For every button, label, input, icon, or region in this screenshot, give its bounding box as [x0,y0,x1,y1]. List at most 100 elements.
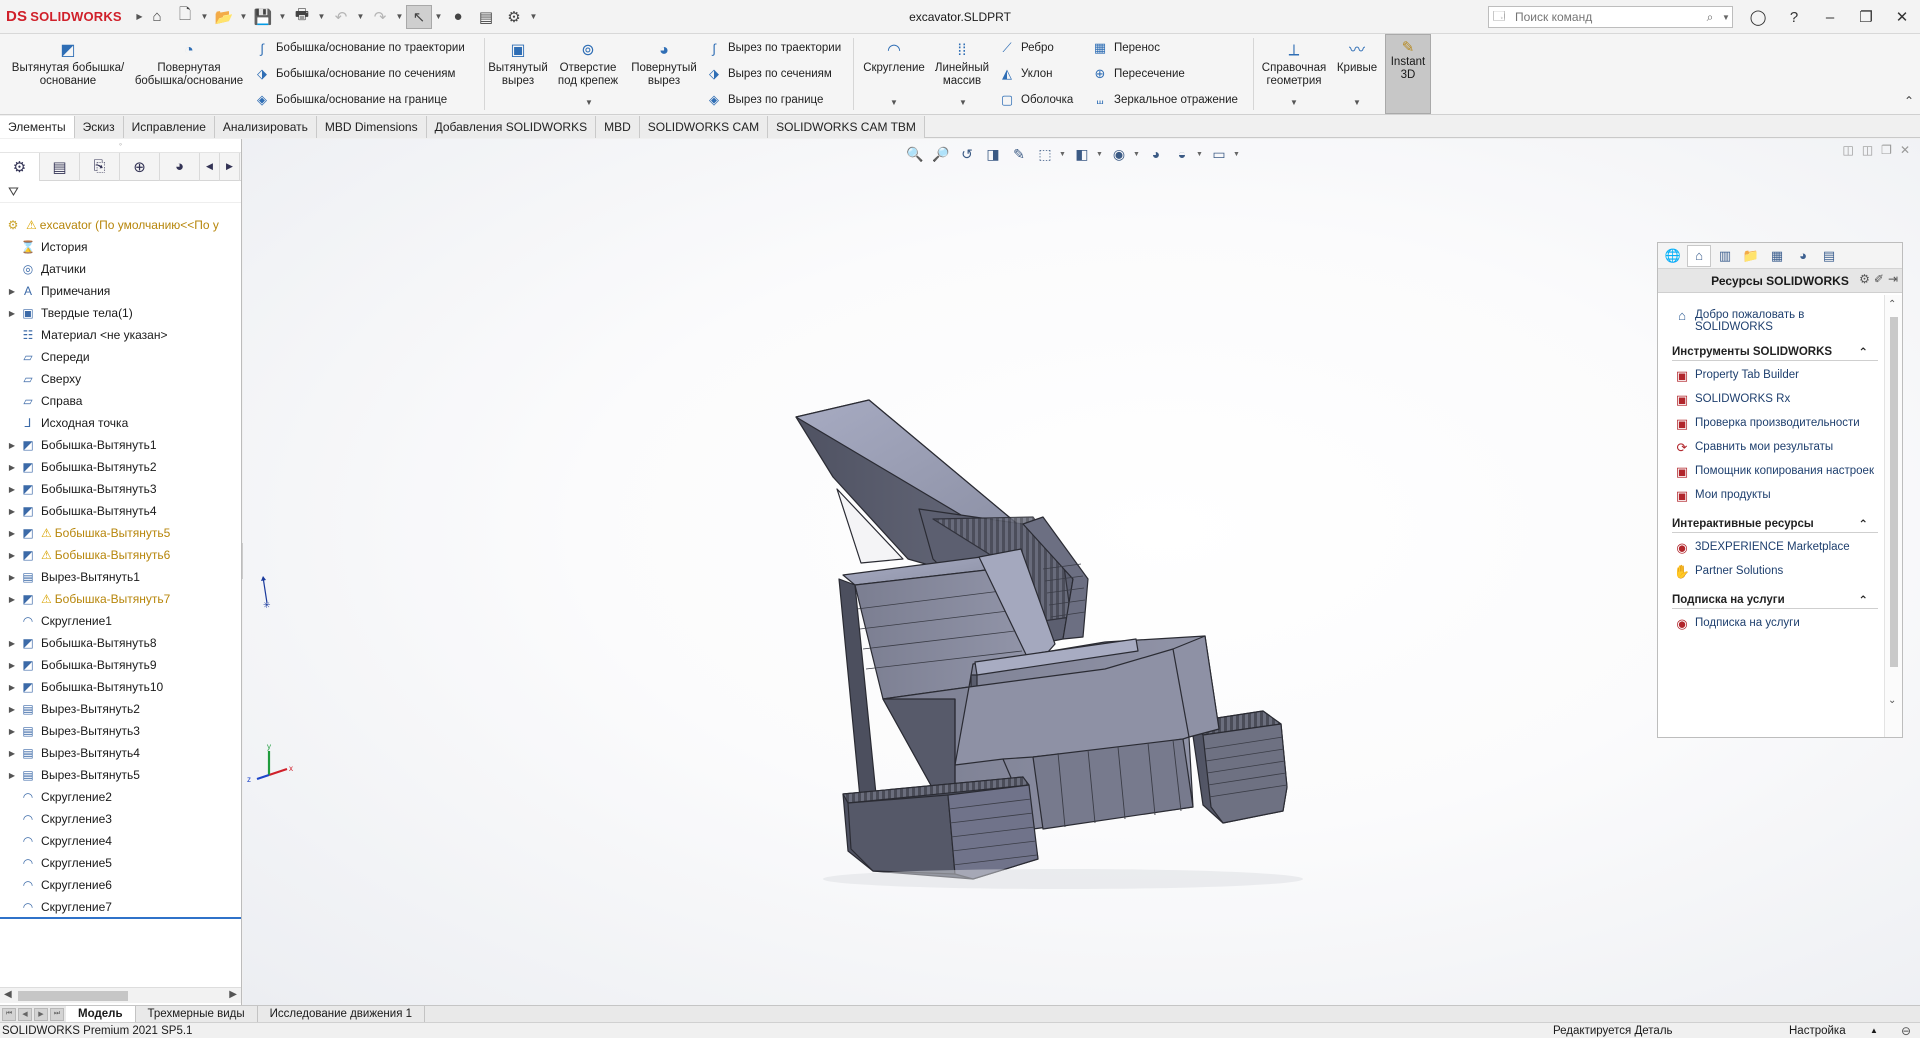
expand-arrow-icon[interactable]: ▶ [5,485,19,494]
tab-scroll-right-icon[interactable]: ▶ [220,152,240,181]
tree-item[interactable]: ◠ Скругление7 [0,896,241,918]
sweep-boss-button[interactable]: ∫ Бобышка/основание по траектории [253,38,465,58]
fillet-button[interactable]: ◠ Скругление [856,40,932,75]
scroll-right-icon[interactable]: ▶ [229,989,237,1000]
traffic-light-icon[interactable]: ● [445,5,471,29]
subs-link[interactable]: ◉ Подписка на услуги [1672,615,1878,633]
tree-item[interactable]: ▶ ◩ ⚠ Бобышка-Вытянуть6 [0,544,241,566]
tree-item[interactable]: ▶ ▣ Твердые тела(1) [0,302,241,324]
tree-item[interactable]: ◠ Скругление5 [0,852,241,874]
online-link[interactable]: ◉ 3DEXPERIENCE Marketplace [1672,539,1878,557]
tree-item[interactable]: ◎ Датчики [0,258,241,280]
options-dropdown-arrow[interactable]: ▼ [529,5,538,29]
redo-icon[interactable]: ↷ [367,5,393,29]
minimize-icon[interactable]: – [1812,0,1848,34]
expand-arrow-icon[interactable]: ▶ [5,749,19,758]
chevron-up-icon[interactable]: ⌃ [1858,517,1868,531]
expand-arrow-icon[interactable]: ▶ [5,441,19,450]
task-pane-scroll-thumb[interactable] [1890,317,1898,667]
tab-8[interactable]: SOLIDWORKS CAM TBM [768,116,925,138]
horizontal-scrollbar[interactable]: ◀ ▶ [0,987,241,1003]
welcome-link[interactable]: ⌂ Добро пожаловать в SOLIDWORKS [1672,307,1878,333]
design-library-icon[interactable]: ▥ [1713,245,1737,267]
status-message-icon[interactable]: ⊖ [1901,1024,1911,1038]
tab-6[interactable]: MBD [596,116,640,138]
open-dropdown-arrow[interactable]: ▼ [239,5,248,29]
select-cursor-icon[interactable]: ↖ [406,4,432,29]
expand-arrow-icon[interactable]: ▶ [5,595,19,604]
hole-wizard-dropdown-arrow[interactable]: ▼ [585,98,593,107]
tree-item[interactable]: ▶ ▤ Вырез-Вытянуть2 [0,698,241,720]
tree-item[interactable]: ◠ Скругление1 [0,610,241,632]
last-tab-icon[interactable]: ⏭ [50,1007,64,1021]
bottom-tab-0[interactable]: Модель [66,1005,136,1023]
view-palette-icon[interactable]: ▦ [1765,245,1789,267]
tree-item[interactable]: ▱ Справа [0,390,241,412]
expand-arrow-icon[interactable]: ▶ [5,287,19,296]
help-icon[interactable]: ? [1776,0,1812,34]
appearances-icon[interactable]: ◕ [1791,245,1815,267]
tree-item[interactable]: ◠ Скругление4 [0,830,241,852]
expand-arrow-icon[interactable]: ▶ [5,463,19,472]
configuration-manager-tab-icon[interactable]: ⎘ [80,152,120,181]
online-section-header[interactable]: Интерактивные ресурсы ⌃ [1672,515,1878,533]
revolve-boss-button[interactable]: ◔ Повернутая бобышка/основание [130,40,248,88]
tree-item[interactable]: ▶ ▤ Вырез-Вытянуть3 [0,720,241,742]
file-properties-icon[interactable]: ▤ [473,5,499,29]
new-document-icon[interactable]: 🗋 [172,5,198,29]
expand-arrow-icon[interactable]: ▶ [5,661,19,670]
online-link[interactable]: ✋ Partner Solutions [1672,563,1878,581]
custom-properties-icon[interactable]: ▤ [1817,245,1841,267]
expand-arrow-icon[interactable]: ▶ [5,771,19,780]
first-tab-icon[interactable]: ⏮ [2,1007,16,1021]
units-dropdown-arrow[interactable]: ▲ [1870,1026,1878,1035]
collapse-pane-icon[interactable]: ⇥ [1888,272,1898,286]
options-gear-icon[interactable]: ⚙ [501,5,527,29]
tree-item[interactable]: ▶ ◩ Бобышка-Вытянуть8 [0,632,241,654]
tab-7[interactable]: SOLIDWORKS CAM [639,116,769,138]
feature-manager-tab-icon[interactable]: ⚙ [0,152,40,181]
redo-dropdown-arrow[interactable]: ▼ [395,5,404,29]
tree-item[interactable]: ▱ Спереди [0,346,241,368]
scroll-left-icon[interactable]: ◀ [4,989,12,1000]
expand-arrow-icon[interactable]: ▶ [5,705,19,714]
tools-link[interactable]: ⟳ Сравнить мои результаты [1672,439,1878,457]
tab-4[interactable]: MBD Dimensions [316,116,427,138]
curves-button[interactable]: 〰 Кривые [1332,40,1382,75]
bottom-tab-1[interactable]: Трехмерные виды [136,1005,258,1023]
hole-wizard-button[interactable]: ⊚ Отверстие под крепеж [552,40,624,88]
close-icon[interactable]: ✕ [1884,0,1920,34]
tools-link[interactable]: ▣ Property Tab Builder [1672,367,1878,385]
view-triad[interactable]: y z x [243,739,303,799]
search-scope-icon[interactable]: 🗔 [1489,7,1509,28]
draft-button[interactable]: ◭ Уклон [998,64,1053,84]
pattern-dropdown-arrow[interactable]: ▼ [959,98,967,107]
rollback-bar[interactable] [0,917,241,919]
tools-link[interactable]: ▣ Проверка производительности [1672,415,1878,433]
task-pane-options-icon[interactable]: ⚙ [1859,272,1870,286]
loft-boss-button[interactable]: ⬗ Бобышка/основание по сечениям [253,64,455,84]
tab-1[interactable]: Эскиз [74,116,124,138]
save-icon[interactable]: 💾 [250,5,276,29]
tools-section-header[interactable]: Инструменты SOLIDWORKS ⌃ [1672,343,1878,361]
search-dropdown-icon[interactable]: ▼ [1720,13,1732,22]
tree-item[interactable]: ▶ ◩ Бобышка-Вытянуть10 [0,676,241,698]
tree-item[interactable]: ▶ ◩ Бобышка-Вытянуть2 [0,456,241,478]
tree-item[interactable]: ▶ ◩ ⚠ Бобышка-Вытянуть7 [0,588,241,610]
tab-2[interactable]: Исправление [123,116,215,138]
tree-filter[interactable]: ⛛ [0,181,241,203]
expand-arrow-icon[interactable]: ▶ [5,507,19,516]
units-settings[interactable]: Настройка [1789,1025,1846,1037]
sweep-cut-button[interactable]: ∫ Вырез по траектории [705,38,841,58]
instant3d-button[interactable]: ✎ Instant 3D [1385,34,1431,114]
tree-item[interactable]: ◠ Скругление2 [0,786,241,808]
file-explorer-icon[interactable]: 📁 [1739,245,1763,267]
shell-button[interactable]: ▢ Оболочка [998,90,1074,110]
tree-root-part[interactable]: ⚙ ⚠ excavator (По умолчанию<<По у [0,214,241,236]
wrap-button[interactable]: ▦ Перенос [1091,38,1160,58]
ref-geometry-dropdown-arrow[interactable]: ▼ [1290,98,1298,107]
curves-dropdown-arrow[interactable]: ▼ [1353,98,1361,107]
tree-item[interactable]: ◠ Скругление6 [0,874,241,896]
tab-5[interactable]: Добавления SOLIDWORKS [426,116,597,138]
extrude-boss-button[interactable]: ◩ Вытянутая бобышка/основание [6,40,130,88]
